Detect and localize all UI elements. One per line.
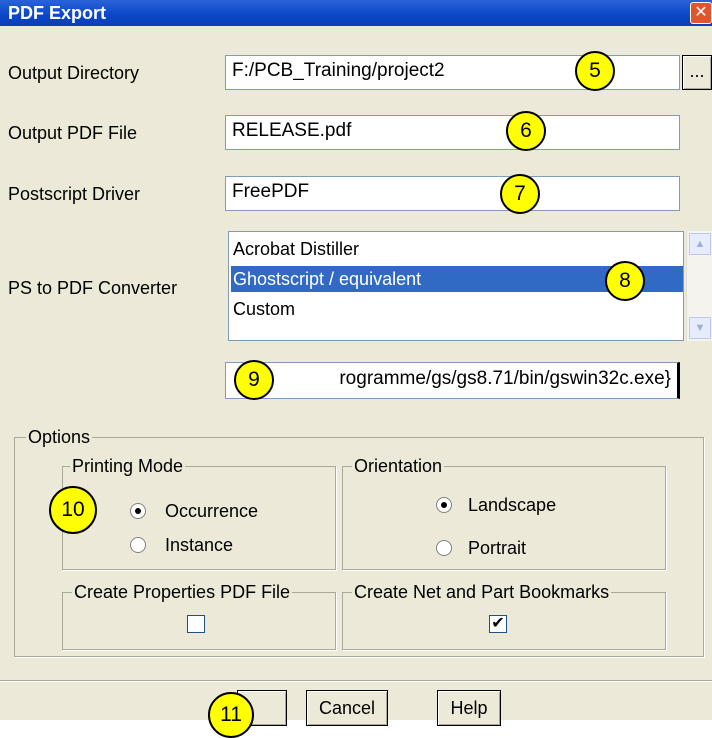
browse-button[interactable]: ...	[682, 55, 712, 90]
create-properties-legend: Create Properties PDF File	[72, 582, 293, 603]
landscape-radio[interactable]	[436, 497, 452, 513]
postscript-driver-label: Postscript Driver	[8, 184, 141, 204]
converter-command-field[interactable]: rogramme/gs/gs8.71/bin/gswin32c.exe}	[225, 362, 680, 399]
callout-6: 6	[506, 111, 546, 151]
postscript-driver-field[interactable]: FreePDF	[225, 176, 680, 211]
occurrence-label[interactable]: Occurrence	[165, 501, 258, 522]
instance-radio[interactable]	[130, 537, 146, 553]
portrait-label[interactable]: Portrait	[468, 538, 526, 559]
converter-option-acrobat[interactable]: Acrobat Distiller	[231, 236, 683, 262]
bookmarks-checkbox[interactable]: ✔	[489, 615, 507, 633]
converter-option-custom[interactable]: Custom	[231, 296, 683, 322]
converter-label: PS to PDF Converter	[8, 278, 178, 298]
callout-11: 11	[208, 692, 254, 738]
callout-5: 5	[575, 51, 615, 91]
callout-7: 7	[500, 174, 540, 214]
converter-scrollbar[interactable]: ▲ ▼	[686, 231, 712, 341]
instance-label[interactable]: Instance	[165, 535, 233, 556]
cancel-button[interactable]: Cancel	[306, 690, 388, 726]
scroll-down-icon[interactable]: ▼	[689, 317, 711, 339]
landscape-label[interactable]: Landscape	[468, 495, 556, 516]
window-title: PDF Export	[8, 3, 107, 23]
help-button[interactable]: Help	[437, 690, 501, 726]
create-properties-checkbox[interactable]	[187, 615, 205, 633]
options-legend: Options	[26, 427, 93, 448]
output-pdf-file-field[interactable]: RELEASE.pdf	[225, 115, 680, 150]
orientation-legend: Orientation	[352, 456, 445, 477]
callout-8: 8	[605, 261, 645, 301]
bookmarks-legend: Create Net and Part Bookmarks	[352, 582, 612, 603]
printing-mode-legend: Printing Mode	[70, 456, 186, 477]
close-button[interactable]: ✕	[690, 2, 712, 24]
portrait-radio[interactable]	[436, 540, 452, 556]
output-directory-label: Output Directory	[8, 63, 140, 83]
output-pdf-file-label: Output PDF File	[8, 123, 138, 143]
callout-10: 10	[49, 486, 97, 534]
separator-highlight	[0, 681, 712, 682]
title-bar[interactable]	[0, 0, 712, 26]
callout-9: 9	[234, 360, 274, 400]
scroll-up-icon[interactable]: ▲	[689, 233, 711, 255]
occurrence-radio[interactable]	[130, 503, 146, 519]
